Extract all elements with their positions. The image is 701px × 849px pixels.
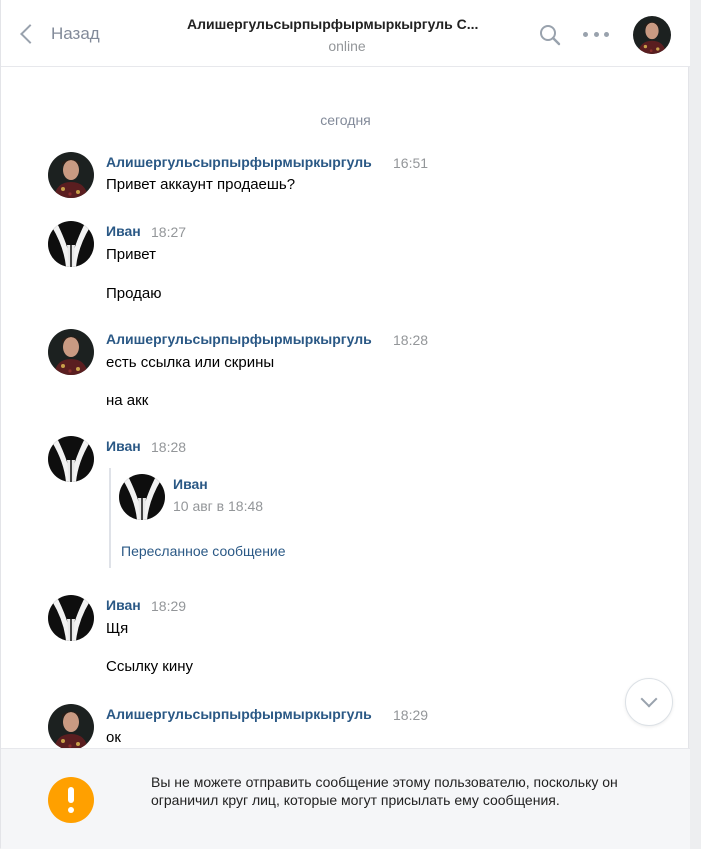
message-text: Привет — [106, 246, 157, 263]
message-time: 18:29 — [393, 707, 429, 723]
chat-status: online — [328, 38, 366, 54]
message-text: Привет аккаунт продаешь? — [106, 176, 296, 193]
message-text: есть ссылка или скрины — [106, 354, 275, 371]
avatar[interactable] — [48, 152, 94, 198]
message-author[interactable]: Алишергульсырпырфырмыркыргуль — [106, 706, 372, 722]
message-author[interactable]: Иван — [106, 438, 141, 454]
forwarded-avatar[interactable] — [119, 474, 165, 520]
message-author[interactable]: Алишергульсырпырфырмыркыргуль — [106, 154, 372, 170]
scroll-down-button[interactable] — [625, 678, 673, 726]
message-text: Щя — [106, 620, 129, 637]
forwarded-message-link[interactable]: Пересланное сообщение — [121, 543, 286, 559]
message-text: Ссылку кину — [106, 658, 193, 675]
message-author[interactable]: Алишергульсырпырфырмыркыргуль — [106, 331, 372, 347]
day-separator: сегодня — [320, 112, 371, 128]
avatar[interactable] — [48, 704, 94, 750]
avatar[interactable] — [48, 595, 94, 641]
avatar[interactable] — [48, 221, 94, 267]
chat-header: Назад Алишергульсырпырфырмыркыргуль С...… — [1, 0, 690, 67]
warning-icon — [48, 777, 94, 823]
chat-title[interactable]: Алишергульсырпырфырмыркыргуль С... — [187, 16, 507, 32]
message-author[interactable]: Иван — [106, 223, 141, 239]
back-button[interactable]: Назад — [15, 20, 100, 48]
forwarded-message[interactable]: Иван 10 авг в 18:48 Пересланное сообщени… — [109, 468, 331, 568]
avatar[interactable] — [48, 329, 94, 375]
message-text: ок — [106, 729, 121, 746]
forwarded-date[interactable]: 10 авг в 18:48 — [173, 498, 263, 514]
message-time: 18:28 — [393, 332, 429, 348]
composer-blocked-notice: Вы не можете отправить сообщение этому п… — [1, 748, 690, 849]
message-text: Продаю — [106, 285, 162, 302]
message-time: 18:28 — [151, 439, 187, 455]
back-label: Назад — [51, 24, 100, 43]
message-time: 18:27 — [151, 224, 187, 240]
search-icon[interactable] — [539, 24, 561, 46]
chat-window: Назад Алишергульсырпырфырмыркыргуль С...… — [0, 0, 690, 849]
message-author[interactable]: Иван — [106, 597, 141, 613]
chevron-down-icon — [640, 690, 658, 708]
forwarded-author[interactable]: Иван — [173, 476, 208, 492]
avatar[interactable] — [48, 436, 94, 482]
more-icon[interactable] — [583, 24, 609, 44]
chevron-left-icon — [20, 24, 40, 44]
message-time: 18:29 — [151, 598, 187, 614]
header-avatar[interactable] — [633, 16, 671, 54]
message-text: на акк — [106, 392, 149, 409]
message-time: 16:51 — [393, 155, 429, 171]
blocked-notice-text: Вы не можете отправить сообщение этому п… — [151, 774, 618, 808]
